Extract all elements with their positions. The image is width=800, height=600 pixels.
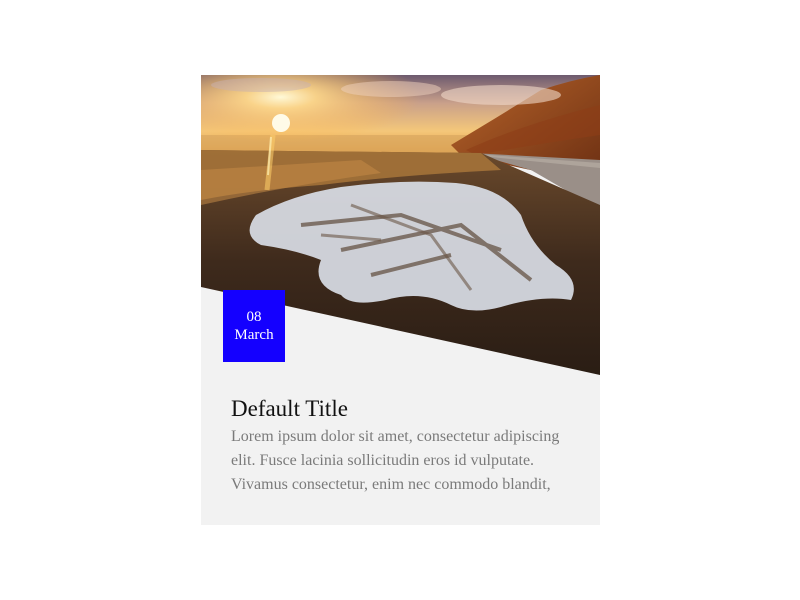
card-title[interactable]: Default Title [231,395,576,423]
date-day: 08 [246,309,262,325]
blog-card: 08 March Default Title Lorem ipsum dolor… [201,75,600,525]
card-body: Default Title Lorem ipsum dolor sit amet… [231,395,576,497]
date-month: March [234,327,274,343]
card-excerpt: Lorem ipsum dolor sit amet, consectetur … [231,428,560,493]
date-badge: 08 March [223,290,285,362]
